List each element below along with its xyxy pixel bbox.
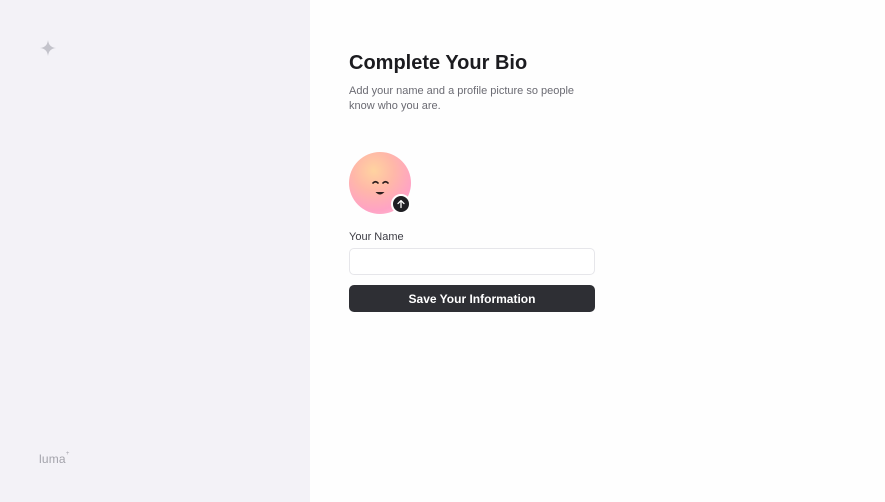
arrow-up-icon bbox=[397, 199, 405, 209]
upload-photo-button[interactable] bbox=[391, 194, 411, 214]
name-input[interactable] bbox=[349, 248, 595, 275]
luma-logo[interactable]: luma+ bbox=[39, 451, 70, 466]
page-title: Complete Your Bio bbox=[349, 52, 528, 74]
left-panel: luma+ bbox=[0, 0, 310, 502]
sparkle-icon bbox=[40, 40, 56, 56]
brand-mark: + bbox=[65, 451, 70, 457]
bio-form: Complete Your Bio Add your name and a pr… bbox=[349, 50, 596, 312]
app-window: luma+ Complete Your Bio Add your name an… bbox=[0, 0, 885, 502]
avatar-container[interactable] bbox=[349, 152, 411, 214]
brand-name: luma bbox=[39, 452, 66, 466]
save-information-button[interactable]: Save Your Information bbox=[349, 285, 595, 312]
main-panel: Complete Your Bio Add your name and a pr… bbox=[310, 0, 885, 502]
name-field-label: Your Name bbox=[349, 231, 404, 243]
page-subtitle: Add your name and a profile picture so p… bbox=[349, 85, 575, 112]
